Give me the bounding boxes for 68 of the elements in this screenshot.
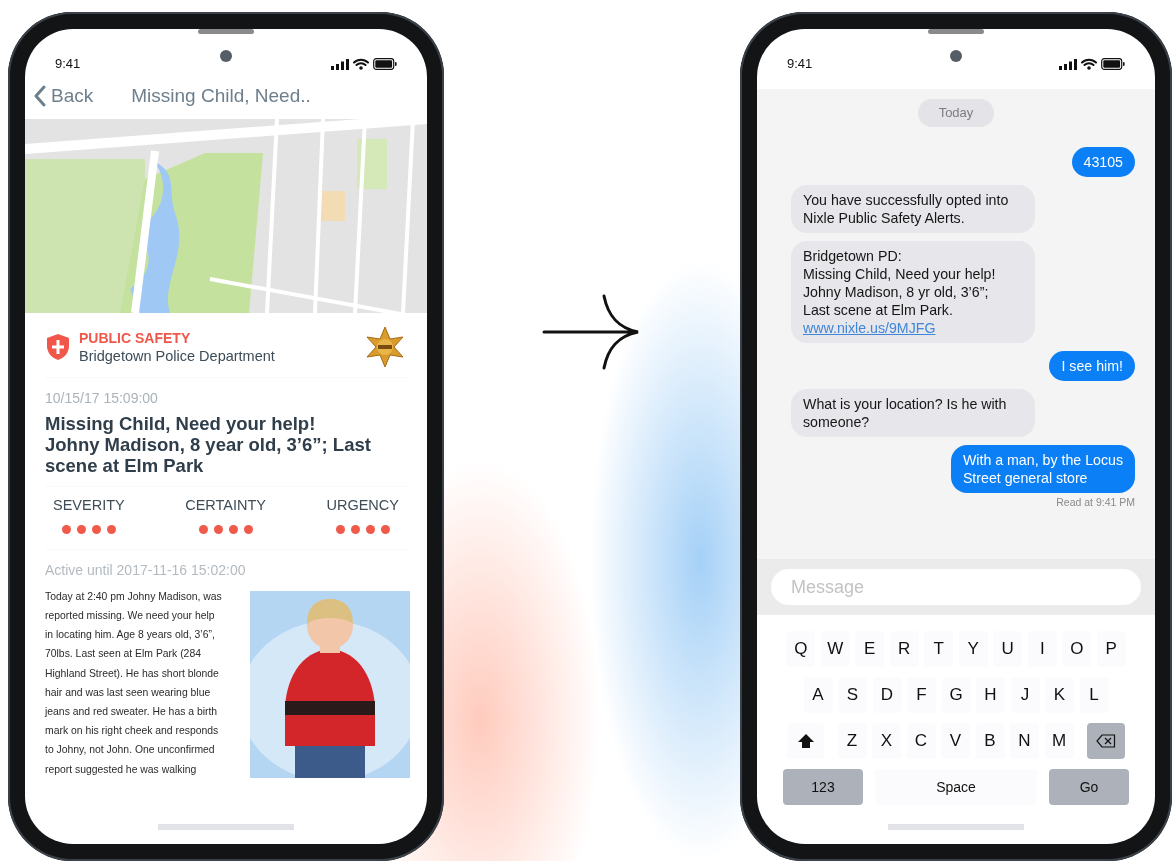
keyboard-key[interactable]: B bbox=[975, 723, 1005, 759]
message-text: You have successfully opted into Nixle Public Safety Alerts. bbox=[803, 191, 1009, 226]
keyboard-key[interactable]: E bbox=[855, 631, 885, 667]
keyboard-key[interactable]: V bbox=[941, 723, 970, 759]
keyboard-key[interactable]: Go bbox=[1049, 769, 1129, 805]
wifi-icon bbox=[353, 58, 369, 70]
keyboard-key[interactable]: Q bbox=[786, 631, 816, 667]
sheriff-star-icon bbox=[363, 325, 407, 369]
keyboard-key[interactable]: P bbox=[1096, 631, 1126, 667]
shield-icon bbox=[45, 333, 71, 361]
active-until: Active until 2017-11-16 15:02:00 bbox=[45, 560, 247, 580]
keyboard-key[interactable]: S bbox=[838, 677, 867, 713]
keyboard-key[interactable]: X bbox=[872, 723, 901, 759]
shift-icon bbox=[797, 734, 814, 748]
message-text: 43105 bbox=[1083, 153, 1123, 170]
keyboard-key[interactable]: C bbox=[906, 723, 936, 759]
read-receipt: Read at 9:41 PM bbox=[1056, 494, 1135, 510]
keyboard-key[interactable]: A bbox=[803, 677, 833, 713]
speaker-grille bbox=[928, 29, 984, 34]
keyboard-key[interactable]: D bbox=[872, 677, 902, 713]
keyboard-key[interactable]: I bbox=[1027, 631, 1057, 667]
space-key[interactable]: Space bbox=[875, 769, 1037, 805]
message-text: With a man, by the Locus Street general store bbox=[962, 451, 1123, 486]
keyboard-key[interactable]: N bbox=[1010, 723, 1039, 759]
signal-icon bbox=[1059, 58, 1077, 70]
keyboard-key[interactable]: 123 bbox=[783, 769, 863, 805]
back-link[interactable]: Back bbox=[33, 81, 94, 111]
message-field[interactable]: Message bbox=[771, 569, 1141, 605]
agency-name: Bridgetown Police Department bbox=[79, 346, 276, 365]
keyboard-key[interactable]: L bbox=[1079, 677, 1109, 713]
keyboard-key[interactable]: J bbox=[1010, 677, 1040, 713]
date-pill: Today bbox=[917, 99, 995, 127]
shift-key[interactable] bbox=[787, 723, 824, 759]
speaker-grille bbox=[198, 29, 254, 34]
keyboard-key[interactable]: R bbox=[889, 631, 919, 667]
keyboard-key[interactable]: Z bbox=[837, 723, 867, 759]
rating-label: CERTAINTY bbox=[185, 496, 266, 515]
keyboard-key[interactable]: U bbox=[993, 631, 1023, 667]
category-label: PUBLIC SAFETY bbox=[79, 329, 192, 347]
keyboard-key[interactable]: G bbox=[941, 677, 971, 713]
screen-title: Missing Child, Need.. bbox=[131, 83, 311, 108]
timestamp: 10/15/17 15:09:00 bbox=[45, 389, 159, 408]
wifi-icon bbox=[1081, 58, 1097, 70]
signal-icon bbox=[331, 58, 349, 70]
keyboard-key[interactable]: T bbox=[924, 631, 954, 667]
chevron-left-icon bbox=[33, 85, 47, 107]
message-text: I see him! bbox=[1061, 357, 1123, 374]
rating-label: SEVERITY bbox=[53, 496, 125, 515]
alert-headline: Missing Child, Need your help! Johny Madison, 8 year old, 3’6”; Last scene at Elm Park bbox=[45, 413, 372, 476]
camera bbox=[220, 50, 232, 62]
status-time: 9:41 bbox=[787, 55, 813, 74]
alert-description: Today at 2:40 pm Johny Madison, was reported missing. We need your help in locating him. Age 8 years old, 3’6”, 70lbs. Last seen at Elm Park (284 Highland Street). He has short blonde hair and was last seen wearing blue jeans and red sweater. He has a birth mark on his right cheek and responds to Johny, not John. One unconfirmed report suggested he was walking bbox=[45, 589, 223, 777]
keyboard-key[interactable]: K bbox=[1045, 677, 1074, 713]
rating-label: URGENCY bbox=[326, 496, 399, 515]
battery-icon bbox=[373, 58, 397, 70]
keyboard-key[interactable]: W bbox=[820, 631, 850, 667]
keyboard-key[interactable]: O bbox=[1062, 631, 1092, 667]
keyboard-key[interactable]: M bbox=[1044, 723, 1074, 759]
backspace-key[interactable] bbox=[1087, 723, 1125, 759]
camera bbox=[950, 50, 962, 62]
battery-icon bbox=[1101, 58, 1125, 70]
message-text: Bridgetown PD: Missing Child, Need your help! Johny Madison, 8 yr old, 3’6”; Last scene at Elm Park. bbox=[803, 247, 996, 318]
message-text: What is your location? Is he with someone? bbox=[803, 395, 1007, 430]
keyboard-key[interactable]: F bbox=[907, 677, 936, 713]
backspace-icon bbox=[1096, 734, 1116, 748]
status-time: 9:41 bbox=[55, 55, 81, 74]
keyboard-key[interactable]: H bbox=[976, 677, 1005, 713]
keyboard-key[interactable]: Y bbox=[958, 631, 988, 667]
